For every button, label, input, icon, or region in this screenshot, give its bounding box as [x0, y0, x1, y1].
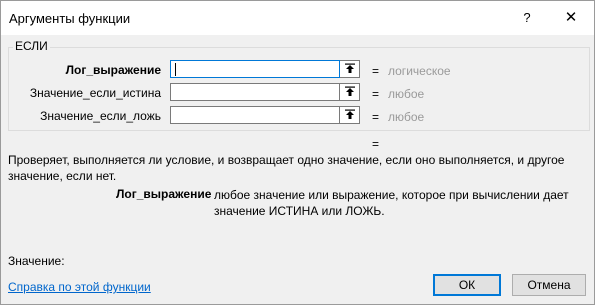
equals-sign: = [372, 87, 380, 101]
close-icon[interactable]: ✕ [559, 7, 583, 29]
dialog-title: Аргументы функции [9, 11, 131, 26]
ok-button[interactable]: ОК [433, 274, 501, 296]
formula-result-equals: = [372, 137, 380, 151]
function-help-link[interactable]: Справка по этой функции [8, 280, 151, 294]
title-bar: Аргументы функции ? ✕ [1, 1, 594, 35]
value-if-false-input[interactable] [170, 106, 340, 124]
arg-result-value-if-true: любое [388, 87, 425, 101]
arg-help-text: любое значение или выражение, которое пр… [214, 188, 569, 218]
equals-sign: = [372, 64, 380, 78]
collapse-arrow-icon [344, 109, 355, 119]
cancel-button[interactable]: Отмена [512, 274, 586, 296]
equals-sign: = [372, 110, 380, 124]
collapse-arrow-icon [344, 86, 355, 96]
function-name-label: ЕСЛИ [13, 39, 50, 53]
arg-label-value-if-false: Значение_если_ложь [40, 109, 161, 123]
arg-result-value-if-false: любое [388, 110, 425, 124]
arg-help-name: Лог_выражение [116, 187, 212, 201]
value-label: Значение: [8, 254, 65, 268]
collapse-dialog-button-value-if-false[interactable] [340, 106, 360, 124]
function-description: Проверяет, выполняется ли условие, и воз… [8, 153, 565, 183]
value-if-true-input[interactable] [170, 83, 340, 101]
collapse-arrow-icon [344, 63, 355, 73]
function-arguments-dialog: Аргументы функции ? ✕ ЕСЛИ Лог_выражение… [0, 0, 595, 305]
arg-label-value-if-true: Значение_если_истина [29, 86, 161, 100]
logical-test-input[interactable] [170, 60, 340, 78]
collapse-dialog-button-value-if-true[interactable] [340, 83, 360, 101]
help-icon[interactable]: ? [516, 7, 538, 29]
collapse-dialog-button-logical-test[interactable] [340, 60, 360, 78]
text-caret [175, 63, 176, 76]
arg-result-logical-test: логическое [388, 64, 451, 78]
arg-label-logical-test: Лог_выражение [65, 63, 161, 77]
